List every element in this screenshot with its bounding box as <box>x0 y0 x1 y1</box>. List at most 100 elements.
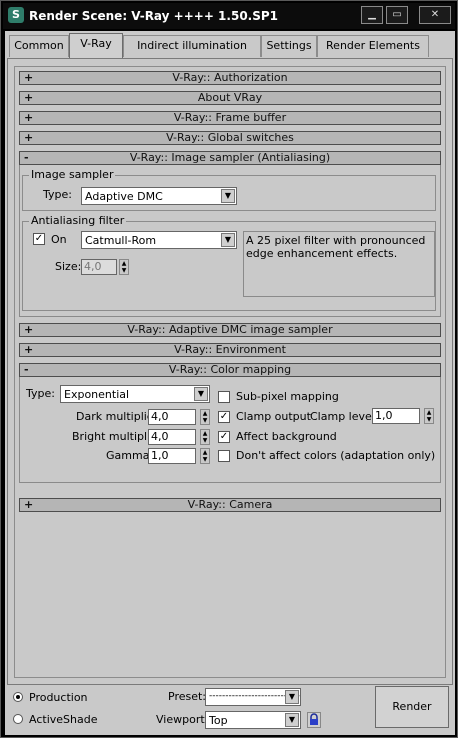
spinner-arrows-icon[interactable]: ▲ ▼ <box>200 448 210 464</box>
rollout-global-switches[interactable]: + V-Ray:: Global switches <box>19 131 441 145</box>
size-spinner[interactable]: 4,0 ▲ ▼ <box>81 259 129 275</box>
image-sampler-group: Image sampler Type: Adaptive DMC ▼ <box>22 168 436 211</box>
rollout-title: V-Ray:: Image sampler (Antialiasing) <box>129 151 331 164</box>
chevron-down-icon: ▼ <box>221 233 235 247</box>
filter-description: A 25 pixel filter with pronounced edge e… <box>243 231 435 297</box>
subpixel-mapping-label: Sub-pixel mapping <box>236 390 339 403</box>
subpixel-mapping-checkbox[interactable] <box>218 391 230 403</box>
tab-render-elements[interactable]: Render Elements <box>317 35 429 57</box>
check-icon: ✓ <box>219 431 229 442</box>
cm-type-label: Type: <box>26 387 55 400</box>
rollout-color-mapping[interactable]: - V-Ray:: Color mapping <box>19 363 441 377</box>
group-label: Antialiasing filter <box>29 214 127 227</box>
dropdown-value: Exponential <box>64 388 130 401</box>
viewport-lock-button[interactable] <box>307 712 321 728</box>
tab-indirect-illumination[interactable]: Indirect illumination <box>123 35 261 57</box>
rollout-environment[interactable]: + V-Ray:: Environment <box>19 343 441 357</box>
spinner-arrows-icon[interactable]: ▲ ▼ <box>200 409 210 425</box>
affect-background-checkbox[interactable]: ✓ <box>218 431 230 443</box>
cm-type-dropdown[interactable]: Exponential ▼ <box>60 385 210 403</box>
render-button[interactable]: Render <box>375 686 449 728</box>
aa-on-label: On <box>51 233 67 246</box>
close-button[interactable]: ✕ <box>419 6 451 24</box>
rollout-title: About VRay <box>197 91 263 104</box>
viewport-label: Viewport: <box>156 713 209 726</box>
rollout-authorization[interactable]: + V-Ray:: Authorization <box>19 71 441 85</box>
affect-background-label: Affect background <box>236 430 337 443</box>
chevron-down-icon: ▼ <box>285 690 299 704</box>
clamp-output-checkbox[interactable]: ✓ <box>218 411 230 423</box>
clamp-output-label: Clamp output <box>236 410 311 423</box>
lock-icon <box>310 713 318 725</box>
title-bar[interactable]: S Render Scene: V-Ray ++++ 1.50.SP1 ▁ ▭ … <box>3 3 455 29</box>
type-label: Type: <box>43 188 72 201</box>
bright-multiplier-spinner[interactable]: 4,0 ▲ ▼ <box>148 429 210 445</box>
rollout-container[interactable]: + V-Ray:: Authorization + About VRay + V… <box>14 66 446 678</box>
dont-affect-colors-checkbox[interactable] <box>218 450 230 462</box>
dark-multiplier-field[interactable]: 4,0 <box>148 409 196 425</box>
viewport-dropdown[interactable]: Top ▼ <box>205 711 301 729</box>
gamma-spinner[interactable]: 1,0 ▲ ▼ <box>148 448 210 464</box>
rollout-frame-buffer[interactable]: + V-Ray:: Frame buffer <box>19 111 441 125</box>
tab-vray[interactable]: V-Ray <box>69 33 123 59</box>
color-mapping-body: Type: Exponential ▼ Dark multiplier: 4,0… <box>19 377 441 483</box>
preset-dropdown[interactable]: ---------------------------- ▼ <box>205 688 301 706</box>
render-scene-window: S Render Scene: V-Ray ++++ 1.50.SP1 ▁ ▭ … <box>0 0 458 738</box>
preset-label: Preset: <box>168 690 207 703</box>
expand-icon: + <box>24 343 34 356</box>
check-icon: ✓ <box>34 233 44 244</box>
expand-icon: + <box>24 91 34 104</box>
size-label: Size: <box>55 260 82 273</box>
dropdown-value: Catmull-Rom <box>85 234 157 247</box>
sampler-type-dropdown[interactable]: Adaptive DMC ▼ <box>81 187 237 205</box>
rollout-title: V-Ray:: Authorization <box>172 71 288 84</box>
rollout-title: V-Ray:: Global switches <box>166 131 294 144</box>
production-radio[interactable] <box>13 692 23 702</box>
dropdown-value: Top <box>209 714 228 727</box>
render-footer: Production ActiveShade Preset: ---------… <box>5 681 455 735</box>
gamma-field[interactable]: 1,0 <box>148 448 196 464</box>
tab-settings[interactable]: Settings <box>261 35 317 57</box>
bright-multiplier-field[interactable]: 4,0 <box>148 429 196 445</box>
rollout-title: V-Ray:: Adaptive DMC image sampler <box>127 323 333 336</box>
rollout-title: V-Ray:: Frame buffer <box>173 111 287 124</box>
dont-affect-colors-label: Don't affect colors (adaptation only) <box>236 449 436 462</box>
chevron-down-icon: ▼ <box>221 189 235 203</box>
image-sampler-body: Image sampler Type: Adaptive DMC ▼ Antia… <box>19 165 441 317</box>
expand-icon: + <box>24 131 34 144</box>
rollout-camera[interactable]: + V-Ray:: Camera <box>19 498 441 512</box>
dialog-client-area: Common V-Ray Indirect illumination Setti… <box>5 31 455 735</box>
spinner-arrows-icon[interactable]: ▲ ▼ <box>200 429 210 445</box>
expand-icon: + <box>24 71 34 84</box>
rollout-title: V-Ray:: Color mapping <box>168 363 292 376</box>
tab-common[interactable]: Common <box>9 35 69 57</box>
rollout-about-vray[interactable]: + About VRay <box>19 91 441 105</box>
expand-icon: + <box>24 111 34 124</box>
minimize-button[interactable]: ▁ <box>361 6 383 24</box>
rollout-adaptive-dmc[interactable]: + V-Ray:: Adaptive DMC image sampler <box>19 323 441 337</box>
production-label: Production <box>29 691 88 704</box>
vray-tab-panel: + V-Ray:: Authorization + About VRay + V… <box>7 58 453 685</box>
antialiasing-filter-group: Antialiasing filter ✓ On Catmull-Rom ▼ A… <box>22 214 436 311</box>
aa-on-checkbox[interactable]: ✓ <box>33 233 45 245</box>
clamp-level-spinner[interactable]: 1,0 ▲ ▼ <box>372 408 434 424</box>
clamp-level-field[interactable]: 1,0 <box>372 408 420 424</box>
size-field[interactable]: 4,0 <box>81 259 117 275</box>
check-icon: ✓ <box>219 411 229 422</box>
minimize-icon: ▁ <box>368 9 376 20</box>
dark-multiplier-spinner[interactable]: 4,0 ▲ ▼ <box>148 409 210 425</box>
rollout-title: V-Ray:: Environment <box>174 343 286 356</box>
dropdown-value: Adaptive DMC <box>85 190 163 203</box>
tab-strip: Common V-Ray Indirect illumination Setti… <box>5 31 455 59</box>
activeshade-radio[interactable] <box>13 714 23 724</box>
collapse-icon: - <box>24 151 29 164</box>
maximize-button[interactable]: ▭ <box>386 6 408 24</box>
aa-filter-dropdown[interactable]: Catmull-Rom ▼ <box>81 231 237 249</box>
spinner-arrows-icon[interactable]: ▲ ▼ <box>119 259 129 275</box>
rollout-image-sampler[interactable]: - V-Ray:: Image sampler (Antialiasing) <box>19 151 441 165</box>
window-title: Render Scene: V-Ray ++++ 1.50.SP1 <box>29 9 279 23</box>
gamma-label: Gamma: <box>106 449 154 462</box>
rollout-title: V-Ray:: Camera <box>187 498 273 511</box>
spinner-arrows-icon[interactable]: ▲ ▼ <box>424 408 434 424</box>
group-label: Image sampler <box>29 168 116 181</box>
